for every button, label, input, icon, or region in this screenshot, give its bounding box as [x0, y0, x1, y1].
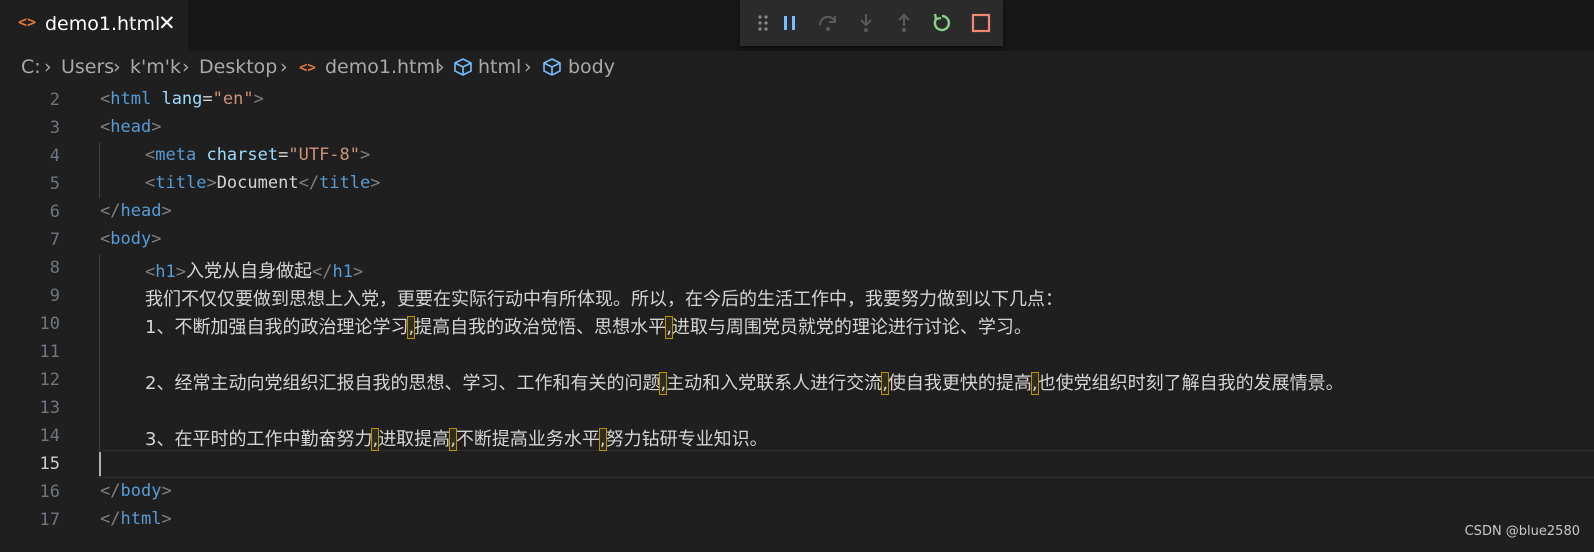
chevron-right-icon: ›	[280, 56, 288, 78]
line-content: <html lang="en">	[100, 89, 264, 109]
breadcrumb: C: › Users › k'm'k › Desktop › <> demo1.…	[0, 51, 1594, 85]
chevron-right-icon: ›	[44, 56, 52, 78]
breadcrumb-item-file[interactable]: demo1.html	[325, 56, 440, 78]
restart-icon[interactable]	[929, 10, 955, 36]
line-number: 5	[49, 174, 60, 194]
line-content: <h1>入党从自身做起</h1>	[145, 261, 364, 282]
line-content: <head>	[100, 117, 162, 137]
debug-toolbar	[740, 0, 1003, 46]
drag-handle-icon[interactable]	[750, 10, 776, 36]
code-line: 9 我们不仅仅要做到思想上入党，更要在实际行动中有所体现。所以，在今后的生活工作…	[0, 282, 1594, 310]
line-content: </html>	[100, 509, 172, 529]
line-content: 2、经常主动向党组织汇报自我的思想、学习、工作和有关的问题,主动和入党联系人进行…	[145, 372, 1344, 395]
code-line: 13	[0, 394, 1594, 422]
breadcrumb-item-desktop[interactable]: Desktop	[199, 56, 277, 78]
line-number: 8	[49, 258, 60, 278]
code-line: 16 </body>	[0, 478, 1594, 506]
line-number: 16	[39, 482, 60, 502]
code-line: 4 <meta charset="UTF-8">	[0, 142, 1594, 170]
code-line: 15	[0, 450, 1594, 478]
code-line: 14 3、在平时的工作中勤奋努力,进取提高,不断提高业务水平,努力钻研专业知识。	[0, 422, 1594, 451]
breadcrumb-item-html[interactable]: html	[478, 56, 521, 78]
html-file-icon: <>	[299, 60, 316, 76]
breadcrumb-item-drive[interactable]: C:	[21, 56, 41, 78]
code-line: 7 <body>	[0, 226, 1594, 254]
line-content: 我们不仅仅要做到思想上入党，更要在实际行动中有所体现。所以，在今后的生活工作中，…	[145, 289, 1063, 310]
code-line: 10 1、不断加强自我的政治理论学习,提高自我的政治觉悟、思想水平,进取与周围党…	[0, 310, 1594, 339]
chevron-right-icon: ›	[182, 56, 190, 78]
code-line: 11	[0, 338, 1594, 366]
breadcrumb-item-body[interactable]: body	[568, 56, 615, 78]
line-content: 3、在平时的工作中勤奋努力,进取提高,不断提高业务水平,努力钻研专业知识。	[145, 428, 768, 451]
line-content: <meta charset="UTF-8">	[145, 145, 371, 165]
line-number: 7	[49, 230, 60, 250]
breadcrumb-item-user[interactable]: k'm'k	[130, 56, 181, 78]
line-number: 13	[39, 398, 60, 418]
line-number: 12	[39, 370, 60, 390]
line-content: </body>	[100, 481, 172, 501]
code-editor[interactable]: 2 <html lang="en"> 3 <head> 4 <meta char…	[0, 86, 1594, 552]
code-line: 5 <title>Document</title>	[0, 170, 1594, 198]
pause-icon[interactable]	[777, 10, 803, 36]
line-number: 14	[39, 426, 60, 446]
line-number: 10	[39, 314, 60, 334]
breadcrumb-item-users[interactable]: Users	[61, 56, 114, 78]
step-over-icon[interactable]	[815, 10, 841, 36]
html-file-icon: <>	[18, 13, 37, 31]
step-out-icon[interactable]	[891, 10, 917, 36]
code-line: 6 </head>	[0, 198, 1594, 226]
stop-icon[interactable]	[968, 10, 994, 36]
chevron-right-icon: ›	[113, 56, 121, 78]
code-line: 8 <h1>入党从自身做起</h1>	[0, 254, 1594, 282]
line-number: 17	[39, 510, 60, 530]
line-number: 6	[49, 202, 60, 222]
line-content: </head>	[100, 201, 172, 221]
chevron-right-icon: ›	[524, 56, 532, 78]
code-line: 12 2、经常主动向党组织汇报自我的思想、学习、工作和有关的问题,主动和入党联系…	[0, 366, 1594, 395]
line-number: 3	[49, 118, 60, 138]
line-number: 9	[49, 286, 60, 306]
line-number: 11	[39, 342, 60, 362]
line-content: <title>Document</title>	[145, 173, 381, 193]
line-content: <body>	[100, 229, 162, 249]
step-into-icon[interactable]	[853, 10, 879, 36]
line-number: 2	[49, 90, 60, 110]
watermark: CSDN @blue2580	[1464, 524, 1580, 539]
code-line: 17 </html>	[0, 506, 1594, 534]
editor-tab[interactable]: <> demo1.html ✕	[0, 0, 188, 51]
cube-icon	[542, 57, 562, 82]
line-content: 1、不断加强自我的政治理论学习,提高自我的政治觉悟、思想水平,进取与周围党员就党…	[145, 316, 1032, 339]
line-number: 4	[49, 146, 60, 166]
line-number: 15	[39, 454, 60, 474]
code-line: 2 <html lang="en">	[0, 86, 1594, 114]
code-line: 3 <head>	[0, 114, 1594, 142]
tab-label: demo1.html	[45, 13, 161, 35]
cube-icon	[453, 57, 473, 82]
chevron-right-icon: ›	[437, 56, 445, 78]
close-icon[interactable]: ✕	[158, 11, 176, 35]
